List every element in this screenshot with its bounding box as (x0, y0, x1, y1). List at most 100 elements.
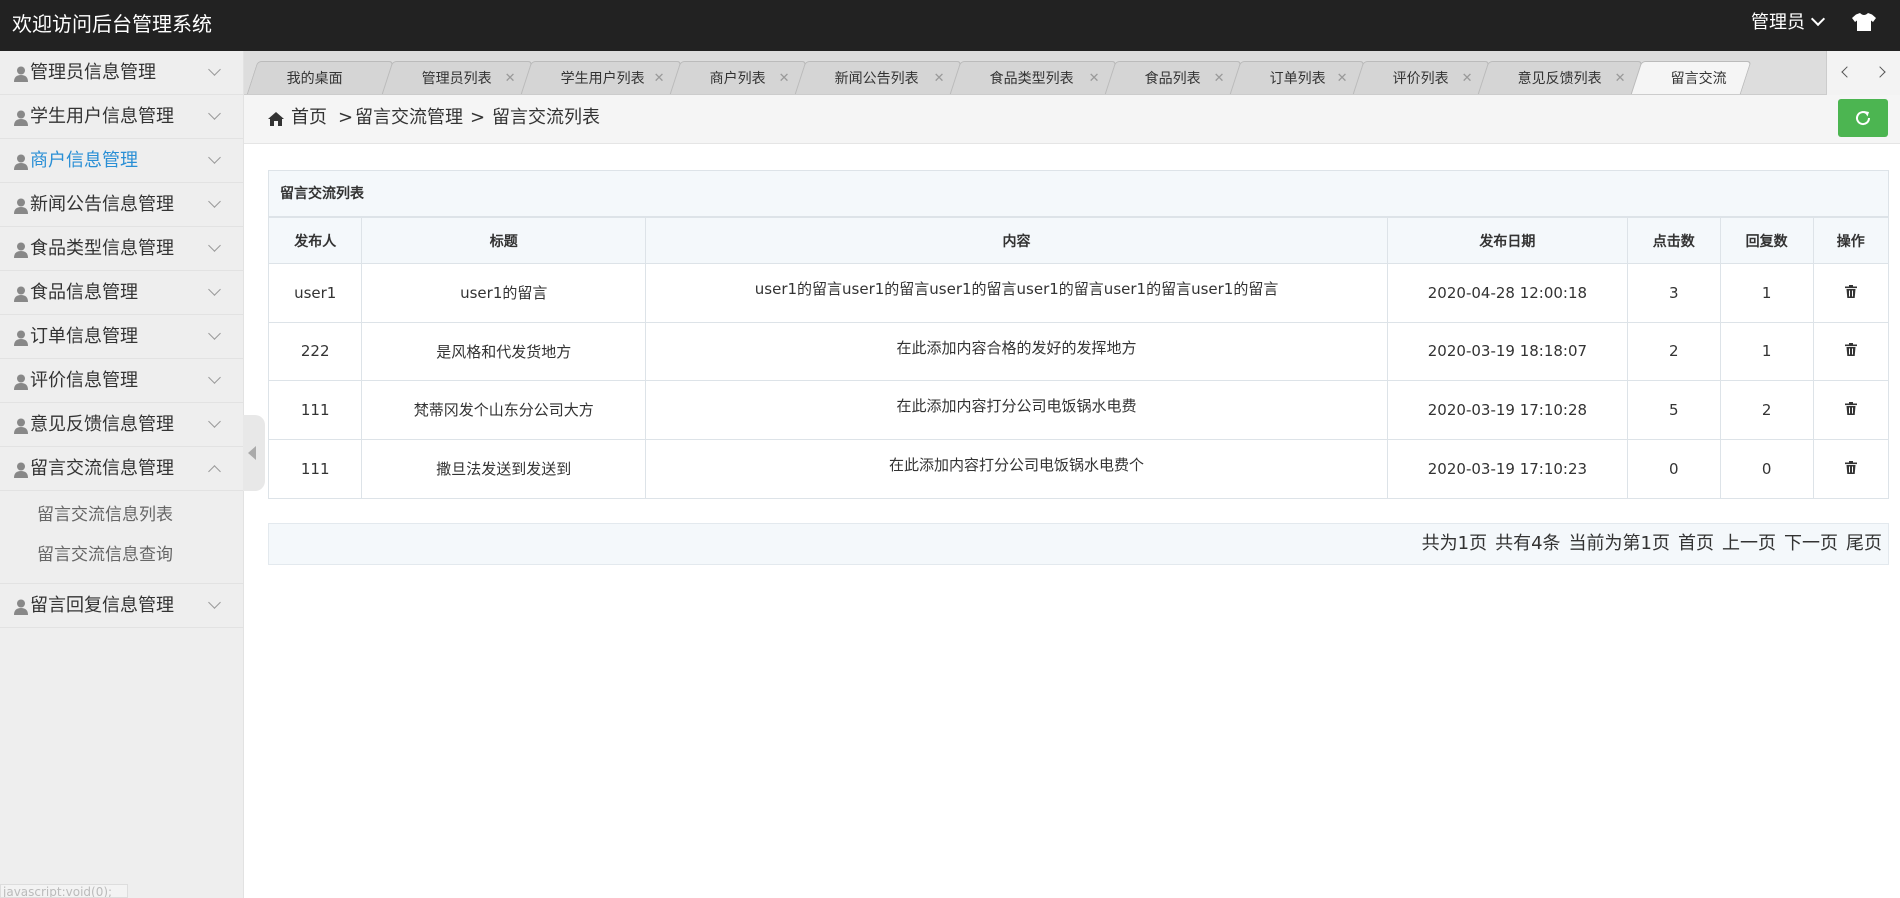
breadcrumb-separator: > (470, 107, 486, 128)
trash-icon[interactable] (1844, 401, 1857, 415)
chevron-left-icon (248, 446, 256, 460)
cell-clicks: 5 (1626, 380, 1721, 440)
tab-1[interactable]: 管理员列表 ✕ (381, 61, 533, 94)
cell-replies: 1 (1719, 263, 1814, 323)
cell-clicks: 3 (1626, 263, 1721, 323)
sidebar: 管理员信息管理学生用户信息管理商户信息管理新闻公告信息管理食品类型信息管理食品信… (0, 51, 244, 898)
top-bar: 欢迎访问后台管理系统 管理员 (0, 0, 1900, 51)
sidebar-item-4[interactable]: 食品类型信息管理 (0, 227, 243, 271)
pager-last-link[interactable]: 尾页 (1846, 533, 1882, 554)
sidebar-item-1[interactable]: 学生用户信息管理 (0, 95, 243, 139)
tab-5[interactable]: 食品类型列表 ✕ (949, 61, 1117, 94)
pager-first-link[interactable]: 首页 (1678, 533, 1714, 554)
pager-total-items: 共有4条 (1495, 533, 1561, 554)
user-icon (14, 110, 28, 126)
sidebar-subitem-1[interactable]: 留言交流信息查询 (0, 535, 243, 575)
chevron-down-icon (208, 151, 221, 164)
tab-8[interactable]: 评价列表 ✕ (1352, 61, 1490, 94)
cell-replies: 2 (1719, 380, 1814, 440)
sidebar-item-0[interactable]: 管理员信息管理 (0, 51, 243, 95)
chevron-down-icon (208, 371, 221, 384)
sidebar-item-label: 商户信息管理 (30, 150, 138, 171)
sidebar-item-6[interactable]: 订单信息管理 (0, 315, 243, 359)
sidebar-item-label: 食品类型信息管理 (30, 238, 174, 259)
tab-9[interactable]: 意见反馈列表 ✕ (1477, 61, 1643, 94)
table-row: user1 user1的留言 user1的留言user1的留言user1的留言use… (269, 263, 1888, 323)
trash-icon[interactable] (1844, 460, 1857, 474)
cell-date: 2020-03-19 17:10:23 (1387, 438, 1628, 498)
tab-4[interactable]: 新闻公告列表 ✕ (794, 61, 962, 94)
close-icon[interactable]: ✕ (1214, 62, 1225, 94)
sidebar-item-2[interactable]: 商户信息管理 (0, 139, 243, 183)
refresh-icon (1856, 111, 1871, 126)
sidebar-item-7[interactable]: 评价信息管理 (0, 359, 243, 403)
pagination: 共为1页 共有4条 当前为第1页 首页 上一页 下一页 尾页 (268, 523, 1889, 565)
cell-author: 111 (269, 380, 363, 440)
tab-3[interactable]: 商户列表 ✕ (669, 61, 807, 94)
sidebar-item-10[interactable]: 留言回复信息管理 (0, 584, 243, 628)
close-icon[interactable]: ✕ (779, 62, 790, 94)
user-label: 管理员 (1751, 12, 1805, 33)
tab-label: 我的桌面 (286, 71, 343, 87)
sidebar-item-label: 管理员信息管理 (30, 62, 156, 83)
tab-label: 食品类型列表 (989, 71, 1074, 87)
close-icon[interactable]: ✕ (1462, 62, 1473, 94)
refresh-button[interactable] (1838, 99, 1888, 137)
tab-2[interactable]: 学生用户列表 ✕ (520, 61, 682, 94)
column-header: 标题 (361, 217, 647, 264)
tab-label: 留言交流 (1670, 71, 1727, 87)
tab-scroll-left-icon[interactable] (1841, 66, 1853, 78)
cell-title: 梵蒂冈发个山东分公司大方 (361, 380, 647, 440)
cell-content: 在此添加内容打分公司电饭锅水电费 (645, 380, 1389, 440)
close-icon[interactable]: ✕ (654, 62, 665, 94)
cell-actions (1812, 263, 1888, 323)
sidebar-item-label: 评价信息管理 (30, 370, 138, 391)
breadcrumb: 首页 > 留言交流管理 > 留言交流列表 (244, 95, 1900, 144)
close-icon[interactable]: ✕ (1089, 62, 1100, 94)
pager-next-link[interactable]: 下一页 (1784, 533, 1838, 554)
cell-replies: 0 (1719, 438, 1814, 498)
tab-label: 意见反馈列表 (1517, 71, 1602, 87)
sidebar-collapse-handle[interactable] (243, 415, 265, 491)
tab-0[interactable]: 我的桌面 (246, 61, 394, 94)
user-icon (14, 66, 28, 82)
tshirt-icon[interactable] (1852, 12, 1876, 32)
cell-title: user1的留言 (361, 263, 647, 323)
cell-date: 2020-04-28 12:00:18 (1387, 263, 1628, 323)
pager-prev-link[interactable]: 上一页 (1722, 533, 1776, 554)
tab-6[interactable]: 食品列表 ✕ (1104, 61, 1242, 94)
tab-7[interactable]: 订单列表 ✕ (1229, 61, 1365, 94)
breadcrumb-level1[interactable]: 留言交流管理 (355, 95, 463, 141)
user-icon (14, 242, 28, 258)
sidebar-item-5[interactable]: 食品信息管理 (0, 271, 243, 315)
home-icon (268, 112, 284, 126)
close-icon[interactable]: ✕ (1615, 62, 1626, 94)
sidebar-menu: 管理员信息管理学生用户信息管理商户信息管理新闻公告信息管理食品类型信息管理食品信… (0, 51, 243, 628)
cell-content: 在此添加内容打分公司电饭锅水电费个 (645, 438, 1389, 498)
sidebar-subitem-0[interactable]: 留言交流信息列表 (0, 495, 243, 535)
cell-content: 在此添加内容合格的发好的发挥地方 (645, 321, 1389, 381)
trash-icon[interactable] (1844, 343, 1857, 357)
breadcrumb-home[interactable]: 首页 (291, 95, 327, 141)
sidebar-item-8[interactable]: 意见反馈信息管理 (0, 403, 243, 447)
sidebar-item-label: 意见反馈信息管理 (30, 414, 174, 435)
user-icon (14, 330, 28, 346)
chevron-down-icon (208, 327, 221, 340)
tab-scroll-right-icon[interactable] (1874, 66, 1886, 78)
cell-title: 是风格和代发货地方 (361, 321, 647, 381)
tab-10[interactable]: 留言交流 (1630, 61, 1752, 94)
user-icon (14, 286, 28, 302)
chevron-down-icon (1810, 11, 1826, 27)
sidebar-item-3[interactable]: 新闻公告信息管理 (0, 183, 243, 227)
user-menu[interactable]: 管理员 (1751, 0, 1826, 46)
close-icon[interactable]: ✕ (505, 62, 516, 94)
cell-actions (1812, 321, 1888, 381)
tab-scroll-nav (1826, 51, 1900, 95)
chevron-down-icon (208, 195, 221, 208)
pager-total-pages: 共为1页 (1421, 533, 1488, 554)
breadcrumb-separator: > (338, 107, 354, 128)
sidebar-item-9[interactable]: 留言交流信息管理 (0, 447, 243, 491)
close-icon[interactable]: ✕ (1337, 62, 1348, 94)
trash-icon[interactable] (1844, 284, 1857, 298)
close-icon[interactable]: ✕ (934, 62, 945, 94)
